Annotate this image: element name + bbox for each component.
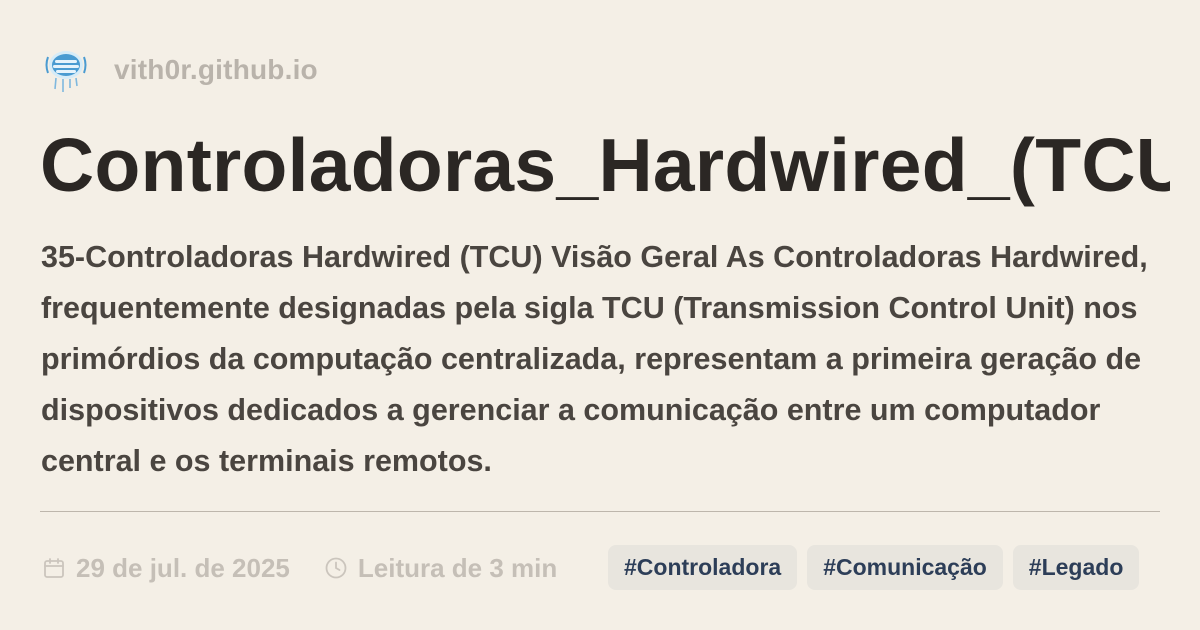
tag-controladora[interactable]: #Controladora — [608, 545, 798, 590]
divider — [40, 511, 1160, 512]
site-header[interactable]: vith0r.github.io — [42, 44, 318, 96]
post-date: 29 de jul. de 2025 — [42, 553, 290, 584]
post-meta: 29 de jul. de 2025 Leitura de 3 min — [42, 544, 557, 592]
tag-comunicacao[interactable]: #Comunicação — [807, 545, 1003, 590]
reading-time: Leitura de 3 min — [324, 553, 557, 584]
og-card: vith0r.github.io Controladoras_Hardwired… — [0, 0, 1200, 630]
calendar-icon — [42, 556, 66, 580]
clock-icon — [324, 556, 348, 580]
post-description: 35-Controladoras Hardwired (TCU) Visão G… — [41, 240, 1148, 478]
tag-list: #Controladora #Comunicação #Legado — [608, 545, 1149, 590]
tag-legado[interactable]: #Legado — [1012, 545, 1140, 590]
post-date-text: 29 de jul. de 2025 — [76, 552, 290, 583]
reading-time-text: Leitura de 3 min — [357, 552, 558, 583]
page-title: Controladoras_Hardwired_(TCU — [40, 123, 1170, 207]
site-name[interactable]: vith0r.github.io — [114, 54, 318, 86]
signal-tower-logo-icon — [42, 45, 92, 95]
